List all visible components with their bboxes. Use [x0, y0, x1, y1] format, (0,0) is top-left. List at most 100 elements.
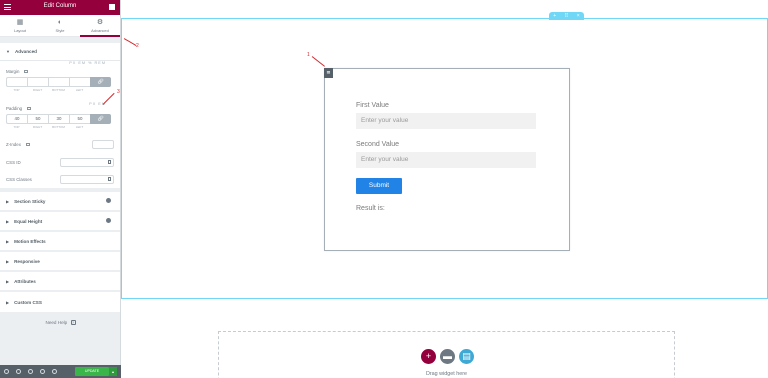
margin-label-row: Margin [6, 69, 114, 74]
widgets-grid-icon[interactable] [109, 4, 115, 10]
sub-label-left: LEFT [75, 88, 84, 92]
caret-up-icon: ▴ [111, 369, 114, 374]
tab-style[interactable]: ◐ Style [40, 15, 80, 36]
trash-icon[interactable] [108, 159, 111, 164]
css-id-control: CSS ID [6, 153, 114, 171]
pro-badge-icon [106, 218, 111, 223]
save-options-button[interactable]: ▴ [109, 367, 117, 376]
sub-label-right: RIGHT [32, 125, 43, 129]
editor-app: Edit Column ▦ Layout ◐ Style ⚙ Advanced … [0, 0, 768, 378]
caret-right-icon: ▶ [6, 278, 10, 284]
annotation-number-3: 3 [117, 89, 120, 95]
css-id-label: CSS ID [6, 159, 21, 165]
responsive-mode-icon[interactable] [40, 369, 45, 374]
column-edit-icon: ≣ [326, 70, 331, 76]
link-icon: 🔗︎ [97, 116, 104, 122]
result-label: Result is: [356, 205, 385, 212]
caret-right-icon: ▶ [6, 198, 10, 204]
calculator-form: First Value Enter your value Second Valu… [356, 101, 536, 168]
drop-zone-label: Drag widget here [425, 371, 468, 377]
sub-label-bottom: BOTTOM [52, 125, 65, 129]
panel-title: Edit Column [43, 3, 77, 9]
need-help-link[interactable]: Need Help ? [0, 320, 121, 326]
preview-eye-icon[interactable] [52, 369, 57, 374]
tab-advanced-label: Advanced [91, 27, 109, 33]
zindex-label-row: Z-Index [6, 142, 30, 147]
padding-label: Padding [6, 106, 23, 111]
padding-bottom-input[interactable]: 30 [48, 114, 69, 124]
section-sticky-header[interactable]: ▶ Section Sticky [0, 192, 120, 212]
column-outline[interactable]: ≣ First Value Enter your value Second Va… [324, 68, 570, 251]
section-responsive-title: Responsive [14, 258, 40, 264]
add-template-button[interactable]: ▬ [440, 349, 455, 364]
section-custom-css-title: Custom CSS [14, 299, 42, 305]
section-sticky-title: Section Sticky [14, 198, 46, 204]
tab-style-label: Style [55, 27, 65, 33]
caret-right-icon: ▶ [6, 238, 10, 244]
question-icon: ? [70, 320, 76, 326]
folder-icon: ▬ [443, 351, 452, 361]
section-equal-height-header[interactable]: ▶ Equal Height [0, 212, 120, 232]
responsive-monitor-icon[interactable] [27, 107, 32, 110]
zindex-control: Z-Index [6, 135, 114, 153]
margin-sub-labels: TOP RIGHT BOTTOM LEFT [6, 88, 114, 92]
link-values-button[interactable]: 🔗︎ [90, 114, 111, 124]
section-motion-effects-title: Motion Effects [14, 238, 46, 244]
padding-top-input[interactable]: 40 [6, 114, 27, 124]
advanced-body: Margin PX EM % REM 🔗︎ TOP RIGHT BOTTOM L… [0, 61, 120, 188]
first-value-input[interactable]: Enter your value [356, 113, 536, 129]
margin-right-input[interactable] [27, 77, 48, 87]
tab-advanced[interactable]: ⚙ Advanced [80, 15, 120, 37]
margin-units[interactable]: PX EM % REM [69, 61, 106, 65]
column-handle[interactable]: ≣ [324, 68, 333, 78]
section-motion-effects-header[interactable]: ▶ Motion Effects [0, 232, 120, 252]
responsive-monitor-icon[interactable] [24, 70, 29, 73]
css-classes-label: CSS Classes [6, 177, 32, 182]
padding-left-input[interactable]: 50 [69, 114, 90, 124]
padding-right-input[interactable]: 50 [27, 114, 48, 124]
plus-icon: + [425, 351, 432, 361]
gear-icon: ⚙ [96, 18, 104, 26]
settings-icon[interactable] [4, 369, 9, 374]
layout-icon: ▦ [16, 18, 24, 26]
sub-label-bottom: BOTTOM [52, 88, 65, 92]
history-icon[interactable] [28, 369, 33, 374]
section-attributes-title: Attributes [14, 278, 36, 284]
first-value-label: First Value [356, 102, 389, 109]
caret-down-icon: ▼ [6, 49, 10, 54]
second-value-input[interactable]: Enter your value [356, 152, 536, 168]
kit-icon: ▤ [462, 351, 471, 361]
section-advanced-header[interactable]: ▼ Advanced [0, 43, 120, 61]
padding-control: Padding PX EM 40 50 30 50 🔗︎ TOP RIGHT B… [6, 102, 114, 135]
css-classes-input[interactable] [60, 175, 114, 184]
padding-label-row: Padding [6, 106, 114, 111]
submit-button[interactable]: Submit [356, 178, 402, 194]
margin-top-input[interactable] [6, 77, 27, 87]
need-help-label: Need Help [45, 320, 68, 325]
section-attributes-header[interactable]: ▶ Attributes [0, 272, 120, 292]
margin-bottom-input[interactable] [48, 77, 69, 87]
padding-inputs: 40 50 30 50 🔗︎ [6, 114, 114, 124]
tab-layout[interactable]: ▦ Layout [0, 15, 40, 36]
update-button[interactable]: UPDATE [75, 367, 109, 376]
zindex-input[interactable] [92, 139, 114, 149]
navigator-icon[interactable] [16, 369, 21, 374]
sub-label-top: TOP [13, 125, 20, 129]
css-id-input[interactable] [60, 157, 114, 167]
sub-label-left: LEFT [75, 125, 84, 129]
link-values-button[interactable]: 🔗︎ [90, 77, 111, 87]
padding-sub-labels: TOP RIGHT BOTTOM LEFT [6, 125, 114, 129]
add-kit-button[interactable]: ▤ [459, 349, 474, 364]
annotation-number-2: 2 [136, 43, 139, 49]
sub-label-right: RIGHT [32, 88, 43, 92]
section-responsive-header[interactable]: ▶ Responsive [0, 252, 120, 272]
caret-right-icon: ▶ [6, 218, 10, 224]
margin-left-input[interactable] [69, 77, 90, 87]
section-equal-height-title: Equal Height [14, 218, 43, 224]
responsive-monitor-icon[interactable] [25, 142, 30, 146]
drop-zone[interactable]: + ▬ ▤ Drag widget here [218, 331, 675, 378]
add-section-button[interactable]: + [421, 349, 436, 364]
section-advanced-title: Advanced [14, 49, 37, 54]
trash-icon[interactable] [108, 177, 111, 181]
section-custom-css-header[interactable]: ▶ Custom CSS [0, 292, 120, 312]
